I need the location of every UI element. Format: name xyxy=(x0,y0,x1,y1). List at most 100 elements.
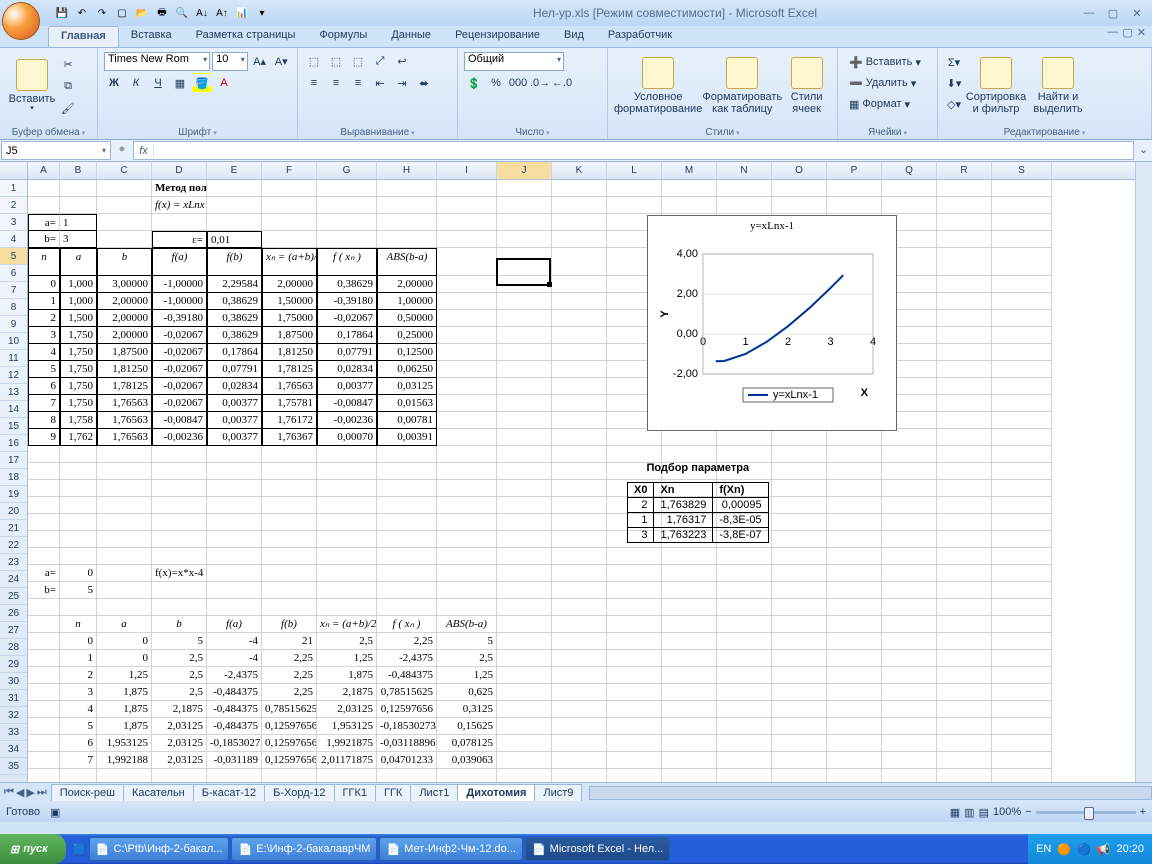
view-layout-button[interactable]: ▥ xyxy=(964,806,974,819)
cell[interactable]: Метод половинного деления xyxy=(152,180,207,197)
cell[interactable] xyxy=(497,197,552,214)
cell[interactable]: -4 xyxy=(207,633,262,650)
align-center-button[interactable]: ≡ xyxy=(326,73,346,93)
doc-restore-button[interactable]: ▢ xyxy=(1122,26,1132,47)
cell[interactable] xyxy=(97,548,152,565)
cell[interactable] xyxy=(437,214,497,231)
cell[interactable]: 1,750 xyxy=(60,327,97,344)
cell[interactable]: 2,01171875 xyxy=(317,752,377,769)
cell[interactable]: 0,50000 xyxy=(377,310,437,327)
cell[interactable] xyxy=(607,752,662,769)
cell[interactable]: 2,00000 xyxy=(97,327,152,344)
cell[interactable]: 9 xyxy=(28,429,60,446)
paste-button[interactable]: Вставить▾ xyxy=(6,50,58,122)
macro-record-icon[interactable]: ▣ xyxy=(50,806,60,819)
cell[interactable]: 0,78515625 xyxy=(377,684,437,701)
cell[interactable] xyxy=(552,214,607,231)
row-header[interactable]: 30 xyxy=(0,673,27,690)
view-normal-button[interactable]: ▦ xyxy=(950,806,960,819)
cell[interactable] xyxy=(882,582,937,599)
cell[interactable] xyxy=(437,769,497,782)
cell[interactable]: 2,25 xyxy=(262,684,317,701)
cell[interactable]: 1,750 xyxy=(60,361,97,378)
cell[interactable] xyxy=(317,497,377,514)
tab-home[interactable]: Главная xyxy=(48,26,119,47)
cell[interactable] xyxy=(497,446,552,463)
cell[interactable] xyxy=(607,616,662,633)
cell[interactable] xyxy=(262,231,317,248)
col-header-I[interactable]: I xyxy=(437,162,497,179)
cell[interactable] xyxy=(717,548,772,565)
cell[interactable]: -1,00000 xyxy=(152,276,207,293)
cell[interactable]: f ( xₙ ) xyxy=(317,248,377,276)
cell[interactable] xyxy=(97,480,152,497)
sheet-tab[interactable]: Дихотомия xyxy=(457,784,535,801)
cell[interactable]: 2,1875 xyxy=(317,684,377,701)
cell[interactable] xyxy=(992,231,1052,248)
cell[interactable]: -0,00236 xyxy=(317,412,377,429)
cell[interactable]: 0,12597656 xyxy=(377,701,437,718)
cell[interactable] xyxy=(60,480,97,497)
cell[interactable] xyxy=(552,582,607,599)
cell[interactable] xyxy=(827,565,882,582)
zoom-in-button[interactable]: + xyxy=(1140,806,1146,818)
cell[interactable]: -0,1853027 xyxy=(207,735,262,752)
cell[interactable] xyxy=(377,446,437,463)
autosum-button[interactable]: Σ▾ xyxy=(944,52,964,72)
cell[interactable]: f(b) xyxy=(262,616,317,633)
cell[interactable]: f(b) xyxy=(207,248,262,276)
cell[interactable]: 1,750 xyxy=(60,395,97,412)
cell[interactable] xyxy=(662,752,717,769)
cell[interactable] xyxy=(772,684,827,701)
cell[interactable] xyxy=(937,378,992,395)
align-middle-button[interactable]: ⬚ xyxy=(326,51,346,71)
cell[interactable] xyxy=(497,769,552,782)
cell[interactable] xyxy=(772,633,827,650)
comma-button[interactable]: 000 xyxy=(508,73,528,93)
shrink-font-button[interactable]: A▾ xyxy=(271,51,291,71)
cell[interactable] xyxy=(28,769,60,782)
cell[interactable] xyxy=(992,752,1052,769)
cell[interactable] xyxy=(937,344,992,361)
find-select-button[interactable]: Найти и выделить xyxy=(1028,50,1088,122)
fill-color-button[interactable]: 🪣 xyxy=(192,73,212,93)
cell[interactable] xyxy=(60,548,97,565)
cell[interactable] xyxy=(262,565,317,582)
cell[interactable] xyxy=(937,616,992,633)
cell[interactable]: -0,00236 xyxy=(152,429,207,446)
cell[interactable] xyxy=(377,769,437,782)
row-header[interactable]: 12 xyxy=(0,367,27,384)
cell[interactable] xyxy=(662,180,717,197)
cell[interactable] xyxy=(882,514,937,531)
row-header[interactable]: 34 xyxy=(0,741,27,758)
taskbar-item[interactable]: 📄Microsoft Excel - Нел... xyxy=(525,837,670,861)
cell[interactable] xyxy=(992,701,1052,718)
cell[interactable] xyxy=(152,480,207,497)
cell[interactable] xyxy=(717,565,772,582)
sheet-tab[interactable]: Б-Хорд-12 xyxy=(264,784,334,801)
cell[interactable] xyxy=(772,650,827,667)
cell[interactable] xyxy=(317,180,377,197)
cell[interactable]: 0,00377 xyxy=(207,395,262,412)
cell[interactable] xyxy=(552,429,607,446)
cell[interactable]: 0,625 xyxy=(437,684,497,701)
cell[interactable] xyxy=(717,667,772,684)
cell[interactable] xyxy=(772,429,827,446)
sheet-tab[interactable]: Поиск-реш xyxy=(51,784,124,801)
cell[interactable]: 0,125976563 xyxy=(262,718,317,735)
cell[interactable]: 0,00781 xyxy=(377,412,437,429)
show-desktop-icon[interactable]: 🟦 xyxy=(72,837,88,861)
cell[interactable]: -0,18530273 xyxy=(377,718,437,735)
cell[interactable] xyxy=(262,582,317,599)
cell[interactable] xyxy=(207,599,262,616)
cell[interactable] xyxy=(937,480,992,497)
cell[interactable] xyxy=(827,548,882,565)
start-button[interactable]: ⊞пуск xyxy=(0,834,66,864)
cell[interactable]: 2,25 xyxy=(377,633,437,650)
cell[interactable] xyxy=(552,531,607,548)
cell[interactable]: 2,5 xyxy=(152,650,207,667)
font-name-select[interactable]: Times New Rom xyxy=(104,52,210,71)
cell[interactable] xyxy=(992,463,1052,480)
cell[interactable] xyxy=(552,565,607,582)
cell[interactable] xyxy=(377,463,437,480)
